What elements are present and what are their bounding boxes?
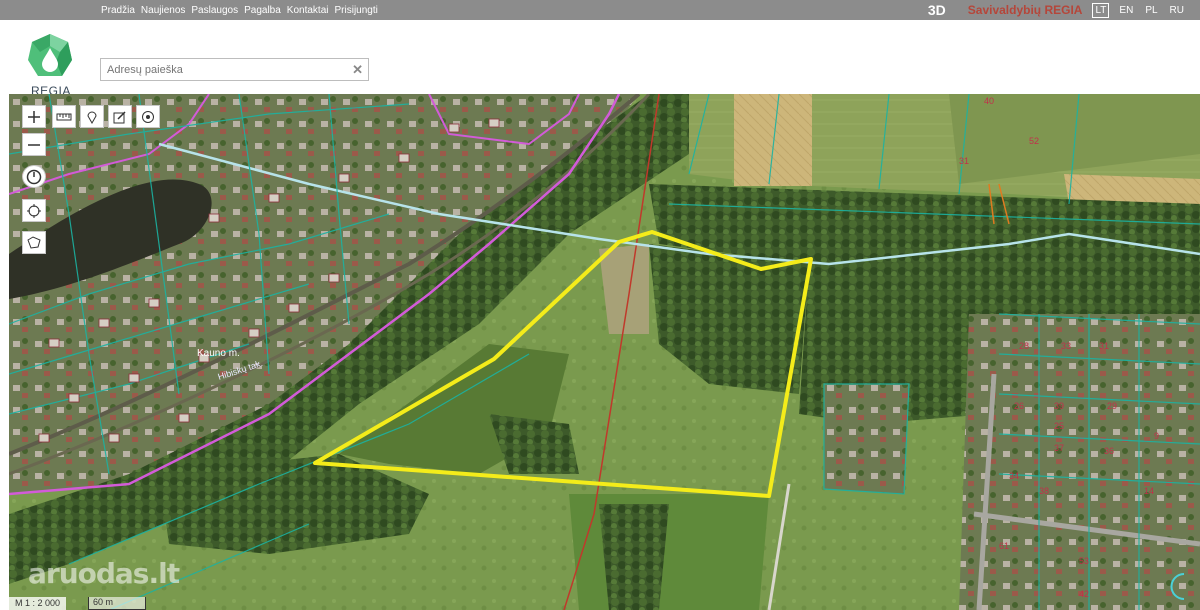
ruler-icon bbox=[56, 113, 72, 120]
street-label-kauno: Kauno m. bbox=[197, 348, 240, 359]
parcel-number: 34 bbox=[1009, 471, 1019, 481]
zoom-in-button[interactable] bbox=[22, 105, 46, 128]
nav-link-services[interactable]: Paslaugos bbox=[191, 5, 238, 16]
parcel-number: 53 bbox=[1079, 556, 1089, 566]
map-canvas[interactable]: 28 33 31 26 39 25 37 29 14 36 31 40 52 6… bbox=[9, 94, 1200, 610]
parcel-number: 42 bbox=[1079, 589, 1089, 599]
lang-pl[interactable]: PL bbox=[1143, 4, 1159, 17]
nav-link-news[interactable]: Naujienos bbox=[141, 5, 185, 16]
zoom-out-button[interactable] bbox=[22, 133, 46, 156]
address-search-input[interactable] bbox=[101, 59, 341, 80]
clear-search-icon[interactable]: ✕ bbox=[352, 62, 363, 78]
map-svg: 28 33 31 26 39 25 37 29 14 36 31 40 52 6… bbox=[9, 94, 1200, 610]
parcel-number: 14 bbox=[1144, 486, 1154, 496]
parcel-number: 40 bbox=[984, 96, 994, 106]
lang-lt[interactable]: LT bbox=[1092, 2, 1110, 18]
edit-icon bbox=[113, 110, 126, 123]
lang-en[interactable]: EN bbox=[1117, 4, 1135, 17]
marker-button[interactable] bbox=[80, 105, 104, 128]
parcel-number: 25 bbox=[1054, 421, 1064, 431]
minus-icon bbox=[28, 143, 40, 146]
location-button[interactable] bbox=[136, 105, 160, 128]
target-button[interactable] bbox=[22, 199, 46, 222]
edit-button[interactable] bbox=[108, 105, 132, 128]
parcel-number: 38 bbox=[1039, 486, 1049, 496]
nav-link-contacts[interactable]: Kontaktai bbox=[287, 5, 329, 16]
clock-icon bbox=[26, 169, 42, 184]
measure-button[interactable] bbox=[52, 105, 76, 128]
parcel-number: 31 bbox=[959, 156, 969, 166]
nav-link-login[interactable]: Prisijungti bbox=[335, 5, 378, 16]
main-nav: Pradžia Naujienos Paslaugos Pagalba Kont… bbox=[101, 0, 378, 20]
scale-bar: 60 m bbox=[88, 596, 147, 610]
parcel-number: 33 bbox=[1061, 341, 1071, 351]
parcel-number: 36 bbox=[1104, 446, 1114, 456]
parcel-number: 37 bbox=[1054, 443, 1064, 453]
parcel-number: 26 bbox=[1014, 401, 1024, 411]
header-right-tools: 3D Savivaldybių REGIA LT EN PL RU bbox=[928, 0, 1186, 20]
parcel-number: 28 bbox=[1019, 341, 1029, 351]
address-search: ✕ bbox=[100, 58, 369, 81]
top-nav-bar: Pradžia Naujienos Paslaugos Pagalba Kont… bbox=[0, 0, 1200, 20]
lang-ru[interactable]: RU bbox=[1168, 4, 1186, 17]
regia-logo-icon[interactable] bbox=[26, 32, 74, 92]
parcel-number: 39 bbox=[1054, 401, 1064, 411]
location-target-icon bbox=[142, 110, 154, 123]
parcel-number: 29 bbox=[1107, 401, 1117, 411]
parcel-number: 52 bbox=[1029, 136, 1039, 146]
parcel-number: 61 bbox=[999, 541, 1009, 551]
3d-toggle-button[interactable]: 3D bbox=[928, 2, 946, 18]
parcel-number: 31 bbox=[1099, 341, 1109, 351]
lasso-icon bbox=[27, 235, 41, 249]
watermark: aruodas.lt bbox=[28, 557, 180, 590]
plus-icon bbox=[28, 110, 40, 123]
nav-link-home[interactable]: Pradžia bbox=[101, 5, 135, 16]
map-pin-icon bbox=[87, 111, 97, 124]
area-select-button[interactable] bbox=[22, 231, 46, 254]
parcel-number: 9 bbox=[1154, 431, 1159, 441]
brand-title: Savivaldybių REGIA bbox=[967, 3, 1083, 17]
scale-ratio: M 1 : 2 000 bbox=[9, 596, 67, 610]
crosshair-icon bbox=[27, 203, 41, 218]
nav-link-help[interactable]: Pagalba bbox=[244, 5, 281, 16]
header: REGIA ✕ bbox=[0, 20, 1200, 98]
map-scale: M 1 : 2 000 60 m bbox=[9, 596, 147, 610]
history-button[interactable] bbox=[22, 165, 46, 188]
